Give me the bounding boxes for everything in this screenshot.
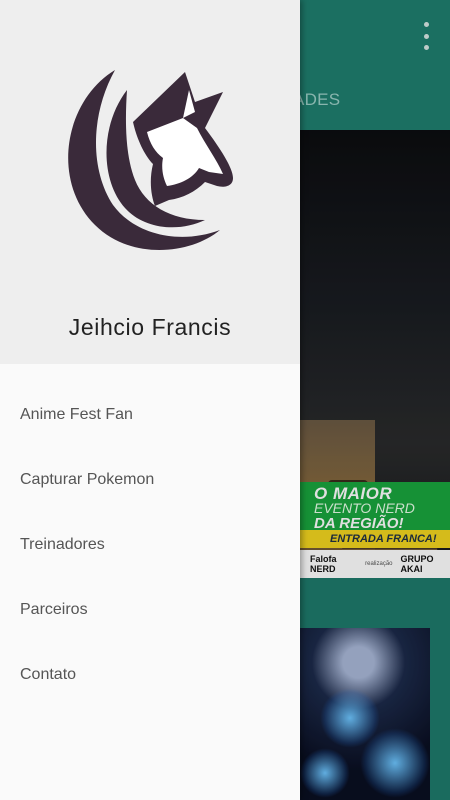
wolf-logo-icon <box>55 60 245 260</box>
menu-item-contato[interactable]: Contato <box>0 642 300 707</box>
menu-item-capturar-pokemon[interactable]: Capturar Pokemon <box>0 447 300 512</box>
menu-item-treinadores[interactable]: Treinadores <box>0 512 300 577</box>
user-name: Jeihcio Francis <box>68 314 232 340</box>
drawer-header: Jeihcio Francis <box>0 0 300 364</box>
menu-item-parceiros[interactable]: Parceiros <box>0 577 300 642</box>
menu-item-anime-fest-fan[interactable]: Anime Fest Fan <box>0 382 300 447</box>
screen: TIVIDADES O MAIOR EVENTO NERD DA REGIÃO!… <box>0 0 450 800</box>
drawer-menu: Anime Fest Fan Capturar Pokemon Treinado… <box>0 382 300 707</box>
navigation-drawer: Jeihcio Francis Anime Fest Fan Capturar … <box>0 0 300 800</box>
drawer-scrim[interactable] <box>300 0 450 800</box>
